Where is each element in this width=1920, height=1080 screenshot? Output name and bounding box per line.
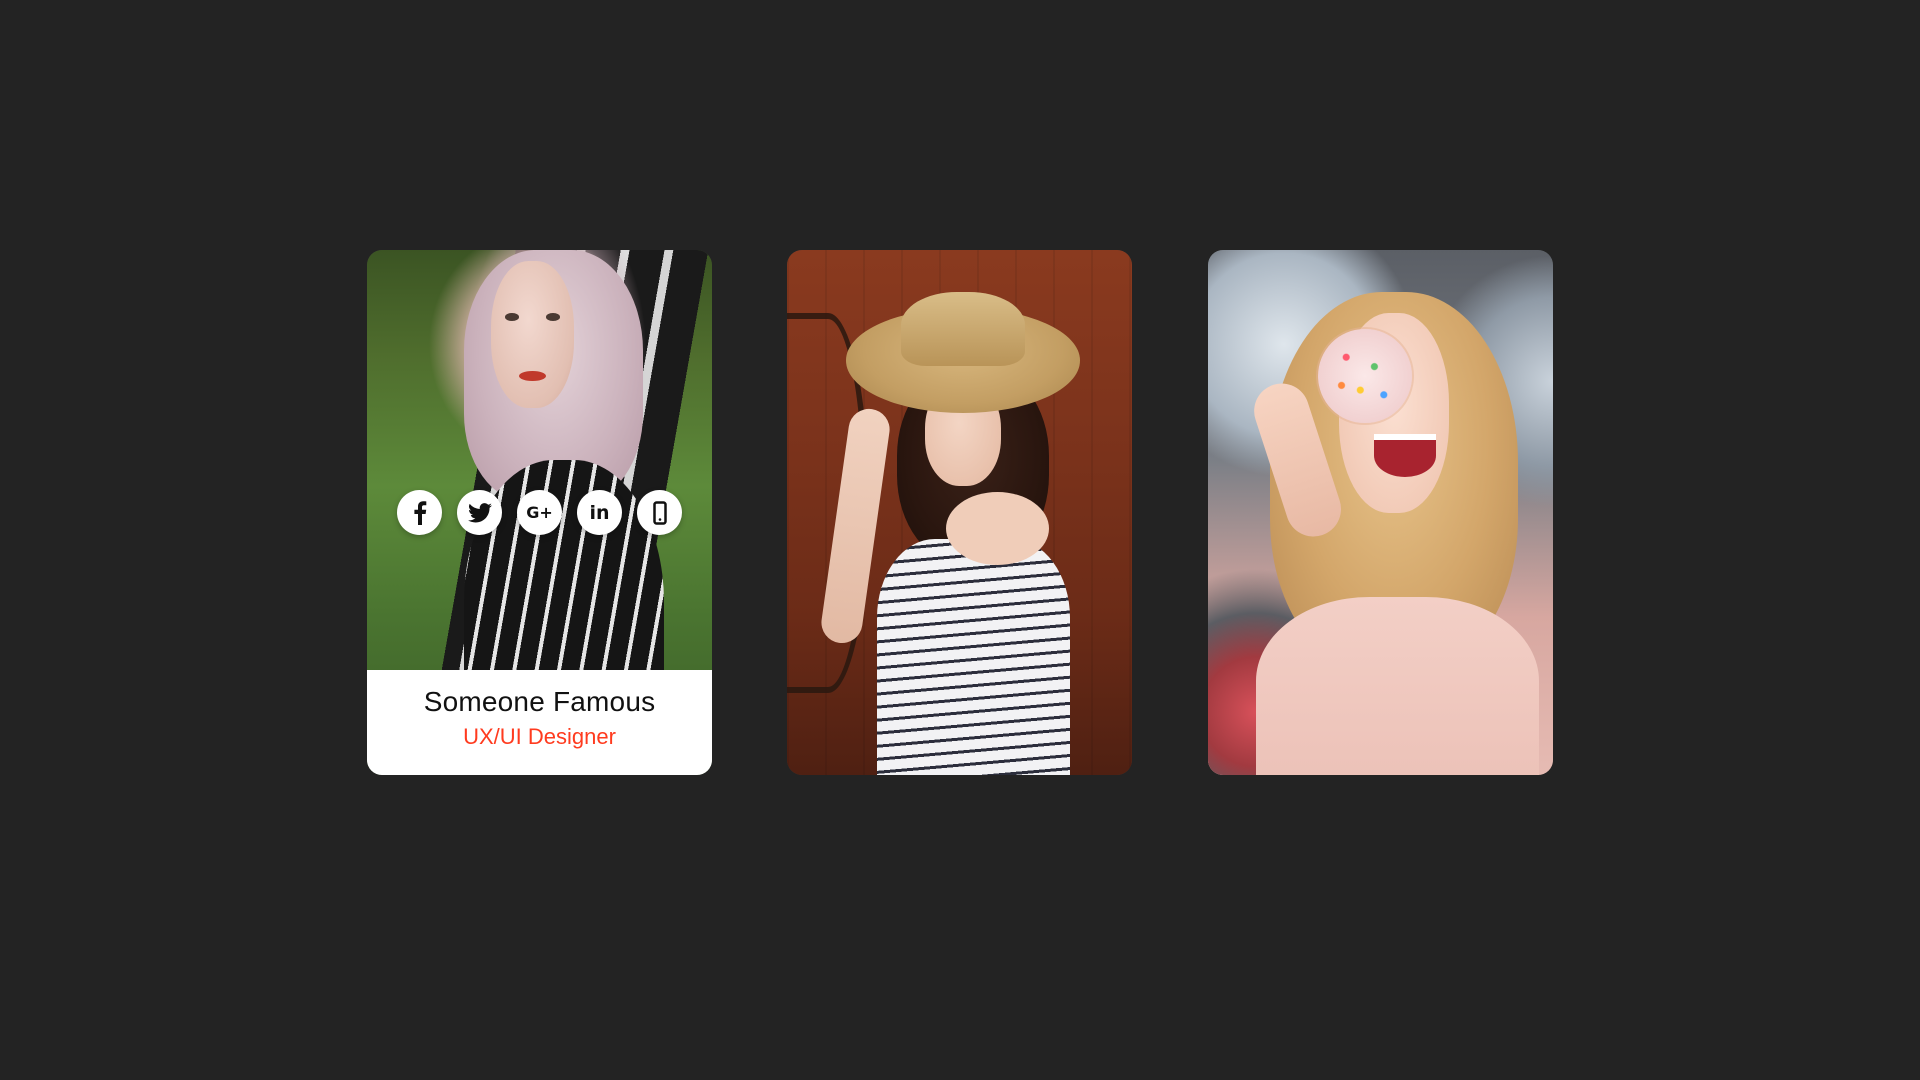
profile-card-2[interactable]	[787, 250, 1132, 775]
profile-card-1[interactable]: G+ in Someone Famous UX/UI Designer	[367, 250, 712, 775]
profile-role: UX/UI Designer	[463, 724, 616, 749]
phone-icon[interactable]	[637, 490, 682, 535]
twitter-icon[interactable]	[457, 490, 502, 535]
profile-card-3[interactable]	[1208, 250, 1553, 775]
profile-name: Someone Famous	[423, 686, 656, 717]
google-plus-glyph: G+	[526, 503, 553, 522]
linkedin-glyph: in	[589, 501, 610, 524]
profile-info: Someone Famous UX/UI Designer	[367, 670, 712, 775]
page: G+ in Someone Famous UX/UI Designer	[0, 0, 1920, 1080]
profile-photo	[787, 250, 1132, 775]
linkedin-icon[interactable]: in	[577, 490, 622, 535]
facebook-icon[interactable]	[397, 490, 442, 535]
social-links: G+ in	[367, 490, 712, 535]
profile-photo	[1208, 250, 1553, 775]
google-plus-icon[interactable]: G+	[517, 490, 562, 535]
